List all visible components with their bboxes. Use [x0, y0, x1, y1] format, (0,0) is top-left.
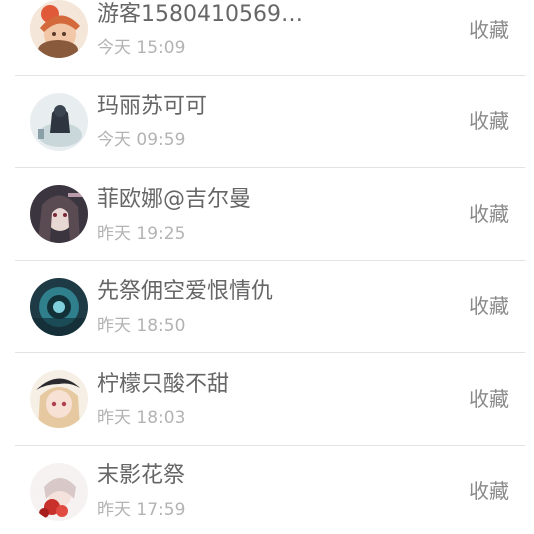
list-item[interactable]: 柠檬只酸不甜 昨天 18:03 收藏: [0, 353, 534, 445]
username: 柠檬只酸不甜: [97, 372, 230, 397]
username: 游客1580410569…: [97, 2, 303, 27]
list-item[interactable]: 菲欧娜@吉尔曼 昨天 19:25 收藏: [0, 168, 534, 260]
favorite-button[interactable]: 收藏: [469, 18, 509, 42]
timestamp: 昨天 18:03: [97, 408, 186, 428]
message-list: 游客1580410569… 今天 15:09 收藏 玛丽苏可可 今天 09:59…: [0, 0, 534, 534]
timestamp: 昨天 19:25: [97, 224, 186, 244]
list-item[interactable]: 游客1580410569… 今天 15:09 收藏: [0, 0, 534, 76]
avatar-anime-girl-hat-icon: [30, 0, 88, 58]
favorite-button[interactable]: 收藏: [469, 294, 509, 318]
favorite-button[interactable]: 收藏: [469, 387, 509, 411]
timestamp: 昨天 17:59: [97, 500, 186, 520]
list-item[interactable]: 先祭佣空爱恨情仇 昨天 18:50 收藏: [0, 261, 534, 353]
username: 菲欧娜@吉尔曼: [97, 187, 252, 212]
avatar[interactable]: [30, 93, 88, 151]
favorite-button[interactable]: 收藏: [469, 109, 509, 133]
favorite-button[interactable]: 收藏: [469, 479, 509, 503]
timestamp: 今天 15:09: [97, 38, 186, 58]
avatar[interactable]: [30, 370, 88, 428]
timestamp: 昨天 18:50: [97, 316, 186, 336]
avatar[interactable]: [30, 0, 88, 58]
favorite-button[interactable]: 收藏: [469, 202, 509, 226]
list-item[interactable]: 末影花祭 昨天 17:59 收藏: [0, 446, 534, 534]
avatar-dark-figure-icon: [30, 93, 88, 151]
avatar-gothic-girl-icon: [30, 185, 88, 243]
avatar-teal-emblem-icon: [30, 278, 88, 336]
avatar[interactable]: [30, 278, 88, 336]
avatar-red-flower-girl-icon: [30, 463, 88, 521]
list-item[interactable]: 玛丽苏可可 今天 09:59 收藏: [0, 76, 534, 168]
avatar[interactable]: [30, 463, 88, 521]
username: 玛丽苏可可: [97, 94, 208, 119]
avatar[interactable]: [30, 185, 88, 243]
avatar-blonde-girl-beret-icon: [30, 370, 88, 428]
username: 末影花祭: [97, 463, 186, 488]
timestamp: 今天 09:59: [97, 130, 186, 150]
username: 先祭佣空爱恨情仇: [97, 279, 274, 304]
